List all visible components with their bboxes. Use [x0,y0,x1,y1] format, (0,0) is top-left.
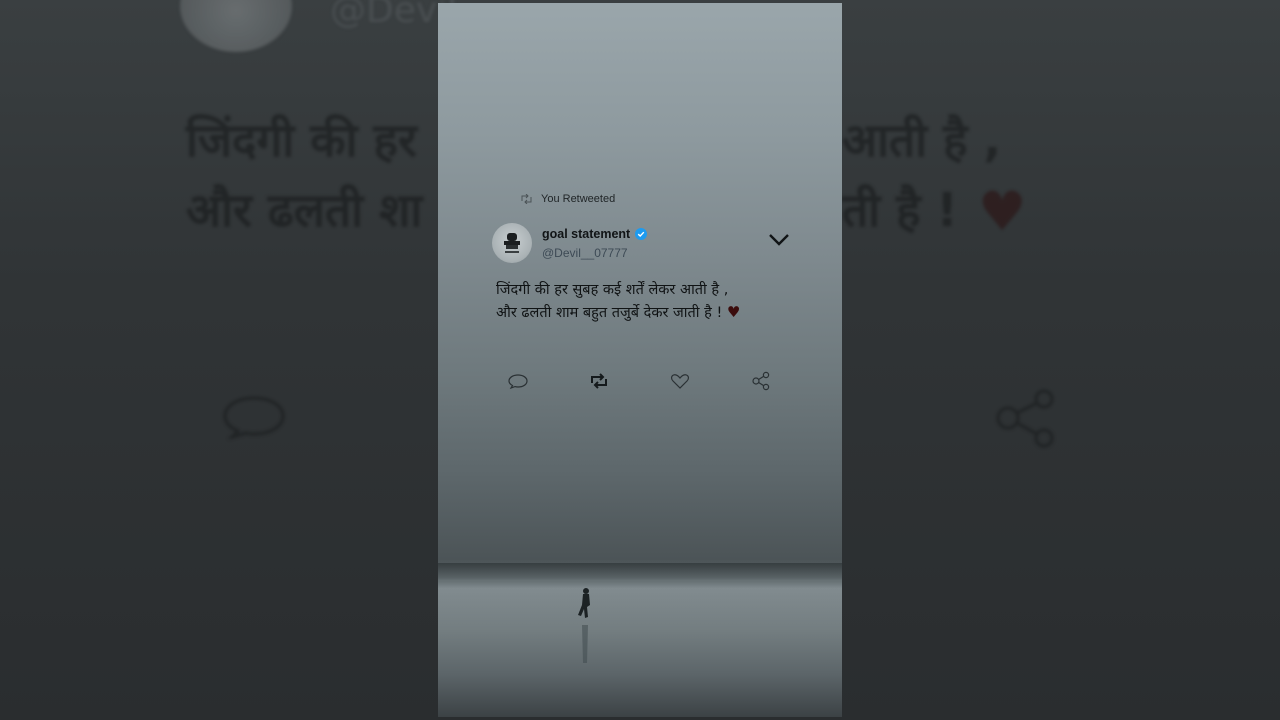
display-name-text: goal statement [542,227,631,241]
tweet-line-2-text: और ढलती शाम बहुत तजुर्बे देकर जाती है ! [496,305,723,321]
verified-badge-icon [635,228,648,240]
avatar[interactable] [492,223,532,263]
reply-button[interactable] [506,369,530,393]
background-line-1-right: आती है , [842,113,1002,167]
tweet-header: goal statement @Devil__07777 [492,223,792,267]
user-handle[interactable]: @Devil__07777 [542,246,628,260]
retweet-button[interactable] [587,369,611,393]
like-button[interactable] [668,369,692,393]
horizon [438,563,842,581]
background-line-1-left: जिंदगी की हर [186,113,417,167]
heart-icon [670,374,690,389]
phone-screen: You Retweeted goal statement @Devil__077… [438,3,842,717]
heart-emoji: ♥ [726,303,741,321]
chevron-down-icon[interactable] [768,231,790,247]
background-line-2-right: ती है ! [842,183,958,237]
background-heart-icon: ♥ [978,180,1027,243]
tweet-line-2: और ढलती शाम बहुत तजुर्बे देकर जाती है ! … [496,301,796,324]
background-share-icon [996,389,1054,448]
tweet-line-1: जिंदगी की हर सुबह कई शर्तें लेकर आती है … [496,282,729,298]
background-line-2-left: और ढलती शा [186,183,423,237]
retweet-icon [521,194,532,204]
share-button[interactable] [749,369,773,393]
person-silhouette [578,588,590,663]
retweet-label: You Retweeted [541,193,616,205]
tweet-text: जिंदगी की हर सुबह कई शर्तें लेकर आती है … [496,279,796,324]
video-frame: @Devil जिंदगी की हर आती है , और ढलती शा … [0,0,1280,720]
emblem-icon [504,233,520,253]
display-name[interactable]: goal statement [542,227,648,241]
share-icon [752,371,770,391]
comment-icon [508,374,528,390]
tweet-actions [506,369,786,393]
background-avatar [180,0,292,52]
retweet-notice: You Retweeted [520,193,615,205]
background-comment-icon [223,396,285,439]
retweet-icon [591,373,607,389]
